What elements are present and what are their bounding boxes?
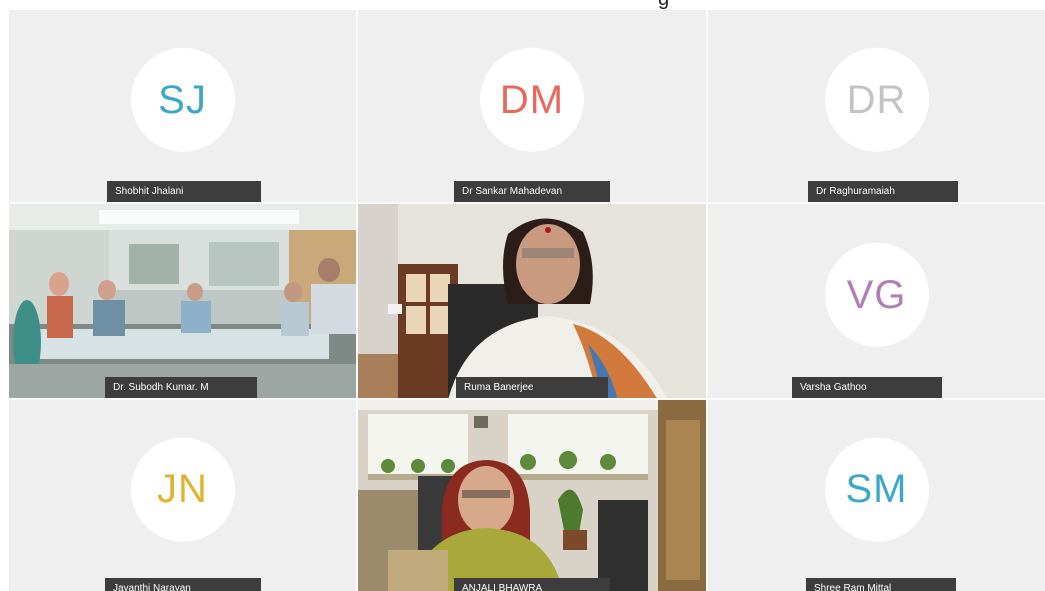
avatar-initials: JN xyxy=(157,466,208,511)
video-feed xyxy=(358,204,706,398)
participant-nameplate: Shree Ram Mittal xyxy=(806,578,956,591)
participant-nameplate: Ruma Banerjee xyxy=(456,377,608,398)
video-feed xyxy=(358,400,706,591)
participant-name: ANJALI BHAWRA xyxy=(462,583,543,591)
participant-grid: SJ Shobhit Jhalani DM Dr Sankar Mahadeva… xyxy=(9,10,1045,591)
avatar-initials: SM xyxy=(845,466,908,511)
participant-nameplate: Shobhit Jhalani xyxy=(107,181,261,202)
top-strip: g xyxy=(0,0,1045,10)
participant-name: Shree Ram Mittal xyxy=(814,583,892,591)
participant-tile-ruma-banerjee[interactable]: Ruma Banerjee xyxy=(358,204,708,400)
avatar: SM xyxy=(824,437,929,542)
participant-nameplate: Varsha Gathoo xyxy=(792,377,942,398)
participant-name: Jayanthi Narayan xyxy=(113,583,191,591)
participant-nameplate: ANJALI BHAWRA xyxy=(454,578,610,591)
participant-nameplate: Dr Raghuramaiah xyxy=(808,181,958,202)
avatar-initials: DM xyxy=(499,77,565,122)
participant-tile-anjali-bhawra[interactable]: ANJALI BHAWRA xyxy=(358,400,708,591)
participant-nameplate: Dr Sankar Mahadevan xyxy=(454,181,610,202)
participant-name: Shobhit Jhalani xyxy=(115,186,184,197)
avatar-initials: DR xyxy=(846,77,907,122)
participant-name: Dr Sankar Mahadevan xyxy=(462,186,563,197)
participant-tile-shobhit-jhalani[interactable]: SJ Shobhit Jhalani xyxy=(9,10,358,204)
participant-tile-jayanthi-narayan[interactable]: JN Jayanthi Narayan xyxy=(9,400,358,591)
participant-nameplate: Jayanthi Narayan xyxy=(105,578,261,591)
meeting-title-fragment: g xyxy=(658,0,669,10)
avatar: DM xyxy=(480,47,584,152)
avatar: SJ xyxy=(130,47,235,152)
avatar: JN xyxy=(130,437,235,542)
participant-nameplate: Dr. Subodh Kumar. M xyxy=(105,377,257,398)
participant-tile-dr-sankar-mahadevan[interactable]: DM Dr Sankar Mahadevan xyxy=(358,10,708,204)
avatar-initials: VG xyxy=(846,272,907,317)
participant-name: Ruma Banerjee xyxy=(464,382,534,393)
participant-tile-dr-raghuramaiah[interactable]: DR Dr Raghuramaiah xyxy=(708,10,1045,204)
participant-tile-shree-ram-mittal[interactable]: SM Shree Ram Mittal xyxy=(708,400,1045,591)
avatar: DR xyxy=(824,47,929,152)
participant-tile-varsha-gathoo[interactable]: VG Varsha Gathoo xyxy=(708,204,1045,400)
participant-name: Varsha Gathoo xyxy=(800,382,867,393)
video-feed xyxy=(9,204,356,398)
participant-name: Dr Raghuramaiah xyxy=(816,186,895,197)
avatar-initials: SJ xyxy=(158,77,207,122)
avatar: VG xyxy=(824,242,929,347)
participant-name: Dr. Subodh Kumar. M xyxy=(113,382,209,393)
participant-tile-dr-subodh-kumar[interactable]: Dr. Subodh Kumar. M xyxy=(9,204,358,400)
